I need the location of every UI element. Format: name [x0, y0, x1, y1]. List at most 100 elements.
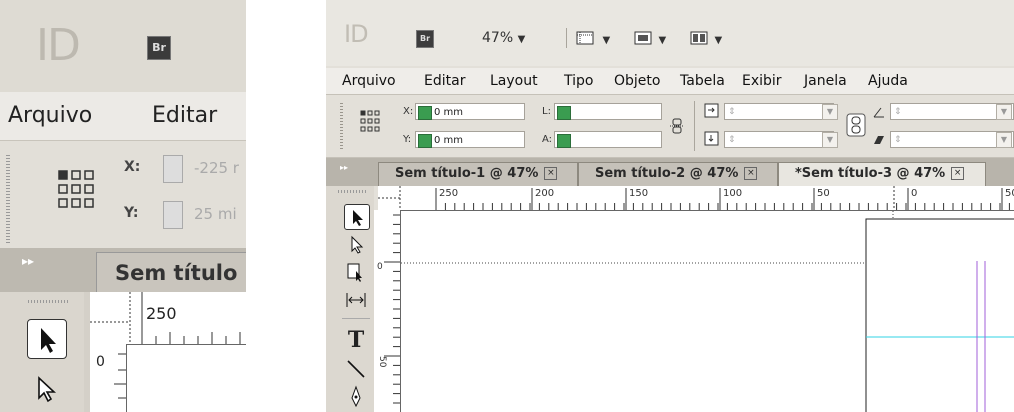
tab-document-1[interactable]: Sem título	[96, 252, 246, 292]
menu-layout[interactable]: Layout	[490, 73, 538, 89]
gap-tool[interactable]	[344, 288, 368, 312]
menu-exibir[interactable]: Exibir	[742, 73, 782, 89]
ruler-label-50: 50	[817, 188, 830, 199]
menu-editar[interactable]: Editar	[152, 103, 217, 128]
shear-dropdown[interactable]: ▼	[996, 132, 1012, 148]
horizontal-ruler: 250	[90, 292, 246, 345]
y-stepper[interactable]	[163, 201, 183, 229]
x-field[interactable]: 0 mm	[415, 103, 525, 120]
canvas-area[interactable]	[127, 345, 246, 412]
tab-document-3[interactable]: *Sem título-3 @ 47% ×	[778, 162, 986, 186]
line-tool[interactable]	[344, 356, 368, 380]
pen-tool-icon	[351, 385, 361, 408]
canvas-area[interactable]	[401, 211, 1014, 412]
expand-panel-icon[interactable]: ▸▸	[340, 163, 348, 172]
rotate-dropdown[interactable]: ▼	[996, 104, 1012, 120]
arrange-documents-button[interactable]: ▼	[690, 30, 722, 50]
ruler-label-250: 250	[146, 304, 177, 323]
bridge-button[interactable]: Br	[416, 30, 434, 48]
scale-y-dropdown[interactable]: ▼	[822, 132, 838, 148]
toolbox	[0, 292, 84, 412]
y-field[interactable]: 25 mi	[194, 205, 237, 223]
rotate-angle-icon	[873, 107, 884, 118]
ruler-label-100: 100	[723, 188, 743, 199]
expand-panel-icon[interactable]: ▸▸	[22, 254, 34, 268]
height-field[interactable]	[554, 131, 662, 148]
panel-grip[interactable]	[6, 155, 10, 243]
width-field[interactable]	[554, 103, 662, 120]
chevron-down-icon: ▼	[602, 35, 611, 46]
ruler-label-50-right: 50	[1005, 188, 1014, 199]
page-tool[interactable]	[344, 260, 368, 284]
menu-bar: Arquivo Editar Layout Tipo Objeto Tabela…	[326, 68, 1014, 94]
chevron-down-icon: ▼	[1000, 107, 1008, 116]
ruler-label-0: 0	[911, 188, 918, 199]
x-stepper-icon[interactable]	[418, 106, 432, 120]
screen-mode-button[interactable]: ▼	[634, 30, 666, 50]
gap-tool-icon	[346, 293, 366, 307]
zoom-dropdown[interactable]: 47% ▼	[482, 30, 525, 46]
menu-tabela[interactable]: Tabela	[680, 73, 725, 89]
menu-arquivo[interactable]: Arquivo	[342, 73, 396, 89]
width-stepper-icon[interactable]	[557, 106, 571, 120]
vertical-ruler: 0	[90, 344, 127, 412]
scale-x-dropdown[interactable]: ▼	[822, 104, 838, 120]
tab-document-1[interactable]: Sem título-1 @ 47% ×	[378, 162, 578, 186]
direct-selection-tool[interactable]	[344, 232, 368, 256]
tab-label: *Sem título-3 @ 47%	[795, 166, 946, 181]
x-field[interactable]: -225 r	[194, 159, 239, 177]
scale-y-icon	[704, 131, 719, 146]
chevron-down-icon: ▼	[826, 107, 834, 116]
reference-point-icon[interactable]	[57, 169, 95, 209]
view-options-button[interactable]: ▼	[576, 30, 610, 50]
toolbar-divider	[566, 28, 567, 48]
tab-label: Sem título-1 @ 47%	[395, 166, 539, 181]
reference-point-icon[interactable]	[360, 110, 380, 132]
constrain-scale-icon[interactable]	[846, 113, 866, 137]
toolbox-grip[interactable]	[28, 300, 70, 303]
close-tab-icon[interactable]: ×	[744, 167, 758, 180]
y-field[interactable]: 0 mm	[415, 131, 525, 148]
menu-ajuda[interactable]: Ajuda	[868, 73, 908, 89]
toolbox-grip[interactable]	[338, 190, 368, 193]
menu-objeto[interactable]: Objeto	[614, 73, 660, 89]
scale-y-field[interactable]: ⇕	[724, 131, 834, 148]
scale-x-field[interactable]: ⇕	[724, 103, 834, 120]
selection-arrow-icon	[41, 328, 56, 353]
direct-selection-icon[interactable]	[33, 374, 61, 404]
bridge-button[interactable]: Br	[147, 36, 171, 60]
pen-tool[interactable]	[344, 384, 368, 408]
type-tool-icon: T	[347, 327, 365, 353]
close-tab-icon[interactable]: ×	[951, 167, 965, 180]
height-label: A:	[542, 134, 553, 145]
rotate-stepper-icon[interactable]: ⇕	[894, 104, 902, 121]
height-stepper-icon[interactable]	[557, 134, 571, 148]
menu-janela[interactable]: Janela	[804, 73, 847, 89]
chevron-down-icon: ▼	[1000, 135, 1008, 144]
tab-document-2[interactable]: Sem título-2 @ 47% ×	[578, 162, 778, 186]
y-stepper-icon[interactable]	[418, 134, 432, 148]
scale-y-stepper-icon[interactable]: ⇕	[728, 132, 736, 149]
shear-angle-icon	[874, 136, 884, 144]
zoomed-detail-panel: ID Br Arquivo Editar X: Y: -225 r 25 mi …	[0, 0, 246, 412]
shear-stepper-icon[interactable]: ⇕	[894, 132, 902, 149]
type-tool[interactable]: T	[344, 328, 368, 352]
main-window: ID Br 47% ▼ ▼ ▼ ▼ Arquivo Editar Layout …	[326, 0, 1014, 412]
direct-selection-icon	[351, 235, 364, 254]
selection-tool[interactable]	[27, 319, 67, 359]
toolbox: T	[326, 186, 374, 412]
selection-tool[interactable]	[344, 204, 370, 230]
menu-editar[interactable]: Editar	[424, 73, 465, 89]
document-tab-strip: ▸▸ Sem título	[0, 248, 246, 292]
x-stepper[interactable]	[163, 155, 183, 183]
constrain-proportions-icon[interactable]	[668, 117, 686, 135]
scale-x-stepper-icon[interactable]: ⇕	[728, 104, 736, 121]
control-divider	[694, 101, 695, 151]
zoom-value: 47%	[482, 30, 514, 46]
close-tab-icon[interactable]: ×	[544, 167, 558, 180]
menu-arquivo[interactable]: Arquivo	[8, 103, 92, 128]
menu-tipo[interactable]: Tipo	[564, 73, 593, 89]
horizontal-ruler: 250 200 150 100 50 0 50	[378, 186, 1014, 211]
panel-grip[interactable]	[340, 103, 343, 149]
document-tab-strip: ▸▸ Sem título-1 @ 47% × Sem título-2 @ 47…	[326, 158, 1014, 186]
